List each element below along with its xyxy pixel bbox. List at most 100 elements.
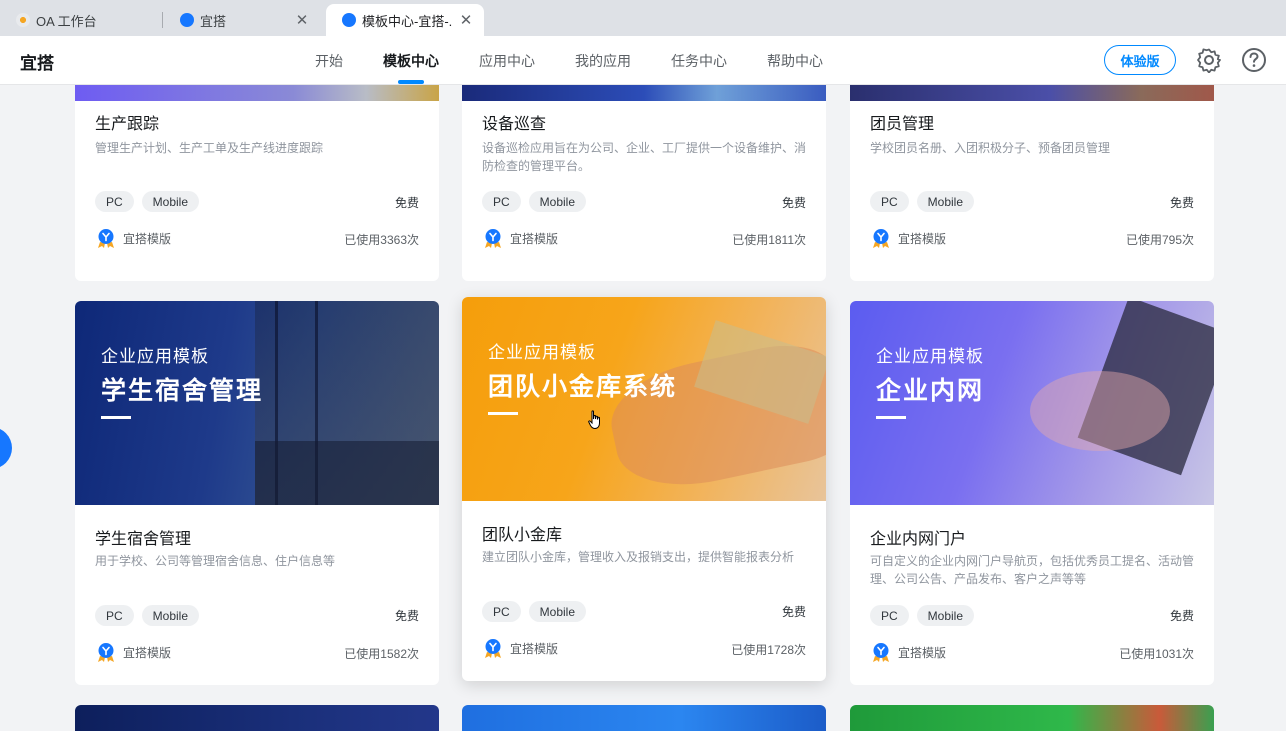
yida-badge-icon bbox=[873, 229, 889, 248]
author: 宜搭模版 bbox=[870, 641, 946, 663]
browser-tab-template-center[interactable]: 模板中心-宜搭-... ✕ bbox=[326, 4, 484, 36]
platform-tags: PC Mobile bbox=[482, 191, 587, 212]
card-body: 设备巡查 设备巡检应用旨在为公司、企业、工厂提供一个设备维护、消防检查的管理平台… bbox=[462, 101, 826, 281]
tag-mobile: Mobile bbox=[528, 191, 587, 212]
template-card-hovered[interactable]: 企业应用模板 团队小金库系统 团队小金库 建立团队小金库，管理收入及报销支出，提… bbox=[462, 297, 826, 681]
cover-title: 团队小金库系统 bbox=[488, 373, 678, 401]
yida-badge-icon bbox=[98, 229, 114, 248]
card-description: 管理生产计划、生产工单及生产线进度跟踪 bbox=[95, 141, 324, 155]
hand-cursor-icon bbox=[588, 410, 600, 430]
template-cover-image bbox=[75, 85, 439, 101]
tag-pc: PC bbox=[482, 601, 521, 622]
platform-tags: PC Mobile bbox=[95, 191, 200, 212]
price-label: 免费 bbox=[781, 196, 806, 210]
card-body: 团队小金库 建立团队小金库，管理收入及报销支出，提供智能报表分析 PC Mobi… bbox=[462, 501, 826, 681]
cover-divider bbox=[488, 412, 518, 415]
template-card[interactable]: 设备巡查 设备巡检应用旨在为公司、企业、工厂提供一个设备维护、消防检查的管理平台… bbox=[462, 85, 826, 281]
oa-favicon-icon bbox=[16, 13, 30, 27]
browser-tab-oa[interactable]: OA 工作台 bbox=[0, 4, 160, 36]
cover-title: 学生宿舍管理 bbox=[101, 377, 264, 405]
tab-separator bbox=[162, 12, 163, 28]
usage-count: 已使用1728次 bbox=[731, 643, 806, 657]
help-icon[interactable] bbox=[1241, 47, 1267, 73]
app-header: 宜搭 开始 模板中心 应用中心 我的应用 任务中心 帮助中心 体验版 bbox=[0, 36, 1286, 85]
browser-tab-strip: OA 工作台 宜搭 ✕ 模板中心-宜搭-... ✕ bbox=[0, 0, 1286, 36]
card-description: 学校团员名册、入团积极分子、预备团员管理 bbox=[870, 141, 1111, 155]
cover-title: 企业内网 bbox=[876, 377, 985, 405]
usage-count: 已使用1031次 bbox=[1119, 647, 1194, 661]
nav-start[interactable]: 开始 bbox=[315, 51, 343, 71]
author-name: 宜搭模版 bbox=[898, 231, 947, 246]
template-card[interactable]: 企业应用模板 学生宿舍管理 学生宿舍管理 用于学校、公司等管理宿舍信息、住户信息… bbox=[75, 301, 439, 685]
yida-badge-icon bbox=[485, 229, 501, 248]
price-label: 免费 bbox=[1169, 609, 1194, 623]
template-card[interactable]: 生产跟踪 管理生产计划、生产工单及生产线进度跟踪 PC Mobile 免费 宜搭… bbox=[75, 85, 439, 281]
tag-mobile: Mobile bbox=[916, 191, 975, 212]
template-card[interactable] bbox=[75, 705, 439, 731]
yida-badge-icon bbox=[98, 643, 114, 662]
price-label: 免费 bbox=[394, 609, 419, 623]
brand-logo[interactable]: 宜搭 bbox=[20, 49, 54, 74]
tag-pc: PC bbox=[870, 191, 909, 212]
card-description: 可自定义的企业内网门户导航页，包括优秀员工提名、活动管理、公司公告、产品发布、客… bbox=[870, 554, 1195, 586]
tab-label: 宜搭 bbox=[200, 13, 227, 29]
author-name: 宜搭模版 bbox=[123, 231, 172, 246]
template-cover-image: 企业应用模板 学生宿舍管理 bbox=[75, 301, 439, 505]
card-title: 团员管理 bbox=[870, 116, 935, 133]
platform-tags: PC Mobile bbox=[870, 605, 975, 626]
card-body: 学生宿舍管理 用于学校、公司等管理宿舍信息、住户信息等 PC Mobile 免费… bbox=[75, 505, 439, 685]
card-title: 学生宿舍管理 bbox=[95, 531, 192, 548]
template-cover-image bbox=[462, 85, 826, 101]
card-title: 团队小金库 bbox=[482, 527, 563, 544]
gear-icon[interactable] bbox=[1196, 47, 1222, 73]
template-cover-image: 企业应用模板 团队小金库系统 bbox=[462, 297, 826, 501]
tab-label: 模板中心-宜搭-... bbox=[362, 13, 452, 29]
template-card[interactable] bbox=[462, 705, 826, 731]
usage-count: 已使用1582次 bbox=[344, 647, 419, 661]
card-title: 生产跟踪 bbox=[95, 116, 160, 133]
nav-my-apps[interactable]: 我的应用 bbox=[575, 51, 631, 71]
usage-count: 已使用1811次 bbox=[732, 233, 806, 247]
card-body: 团员管理 学校团员名册、入团积极分子、预备团员管理 PC Mobile 免费 宜… bbox=[850, 101, 1214, 281]
tab-label: OA 工作台 bbox=[36, 13, 97, 29]
tag-mobile: Mobile bbox=[141, 605, 200, 626]
cover-kicker: 企业应用模板 bbox=[101, 347, 209, 366]
card-body: 生产跟踪 管理生产计划、生产工单及生产线进度跟踪 PC Mobile 免费 宜搭… bbox=[75, 101, 439, 281]
nav-help-center[interactable]: 帮助中心 bbox=[767, 51, 823, 71]
nav-template-center[interactable]: 模板中心 bbox=[383, 51, 439, 71]
template-card[interactable]: 团员管理 学校团员名册、入团积极分子、预备团员管理 PC Mobile 免费 宜… bbox=[850, 85, 1214, 281]
platform-tags: PC Mobile bbox=[95, 605, 200, 626]
author: 宜搭模版 bbox=[482, 227, 558, 249]
card-description: 建立团队小金库，管理收入及报销支出，提供智能报表分析 bbox=[482, 550, 795, 564]
tag-pc: PC bbox=[95, 605, 134, 626]
author-name: 宜搭模版 bbox=[510, 641, 559, 656]
author: 宜搭模版 bbox=[482, 637, 558, 659]
card-title: 企业内网门户 bbox=[870, 531, 967, 548]
close-tab-icon[interactable]: ✕ bbox=[458, 11, 474, 29]
floating-side-button[interactable] bbox=[0, 427, 12, 469]
tag-mobile: Mobile bbox=[528, 601, 587, 622]
close-tab-icon[interactable]: ✕ bbox=[294, 11, 310, 29]
author: 宜搭模版 bbox=[870, 227, 946, 249]
yida-badge-icon bbox=[485, 639, 501, 658]
card-description: 设备巡检应用旨在为公司、企业、工厂提供一个设备维护、消防检查的管理平台。 bbox=[482, 141, 807, 173]
trial-version-button[interactable]: 体验版 bbox=[1104, 45, 1176, 75]
cover-divider bbox=[876, 416, 906, 419]
template-cover-image: 企业应用模板 企业内网 bbox=[850, 301, 1214, 505]
template-cover-image bbox=[850, 85, 1214, 101]
nav-task-center[interactable]: 任务中心 bbox=[671, 51, 727, 71]
nav-app-center[interactable]: 应用中心 bbox=[479, 51, 535, 71]
yida-favicon-icon bbox=[180, 13, 194, 27]
browser-tab-yida[interactable]: 宜搭 ✕ bbox=[164, 4, 320, 36]
template-card[interactable] bbox=[850, 705, 1214, 731]
platform-tags: PC Mobile bbox=[482, 601, 587, 622]
template-card[interactable]: 企业应用模板 企业内网 企业内网门户 可自定义的企业内网门户导航页，包括优秀员工… bbox=[850, 301, 1214, 685]
author: 宜搭模版 bbox=[95, 641, 171, 663]
usage-count: 已使用795次 bbox=[1125, 233, 1194, 247]
author: 宜搭模版 bbox=[95, 227, 171, 249]
author-name: 宜搭模版 bbox=[123, 645, 172, 660]
author-name: 宜搭模版 bbox=[510, 231, 559, 246]
tag-mobile: Mobile bbox=[916, 605, 975, 626]
template-favicon-icon bbox=[342, 13, 356, 27]
active-nav-indicator bbox=[398, 80, 424, 84]
